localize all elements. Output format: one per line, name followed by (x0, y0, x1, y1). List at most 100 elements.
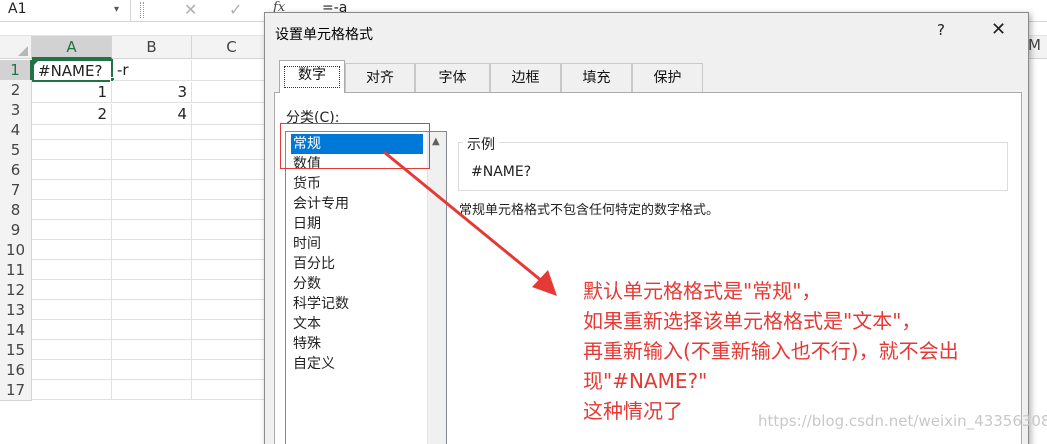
grid-cell[interactable] (192, 240, 272, 260)
grid-cell[interactable] (112, 240, 192, 260)
grid-cell[interactable] (32, 120, 112, 140)
grid-cell[interactable] (32, 260, 112, 280)
grid-cell[interactable] (32, 220, 112, 240)
tab-border[interactable]: 边框 (490, 63, 561, 92)
category-item[interactable]: 分数 (291, 274, 323, 294)
grid-cell[interactable] (192, 160, 272, 180)
cell-a1[interactable]: #NAME? (32, 59, 113, 82)
row-header-3[interactable]: 3 (0, 100, 32, 121)
category-scrollbar[interactable]: ▲ (427, 132, 446, 444)
grid-cell[interactable] (112, 280, 192, 300)
grid-cell[interactable] (192, 104, 272, 125)
grid-cell[interactable] (192, 280, 272, 300)
grid-cell[interactable] (112, 200, 192, 220)
row-header-11[interactable]: 11 (0, 260, 32, 281)
grid-cell[interactable] (192, 300, 272, 320)
grid-cell[interactable] (112, 340, 192, 360)
name-box-dropdown-icon[interactable]: ▾ (114, 0, 119, 20)
grid-cell[interactable] (192, 340, 272, 360)
category-item[interactable]: 科学记数 (291, 294, 351, 314)
annotation-line: 再重新输入(不重新输入也不行)，就不会出 (583, 339, 959, 363)
column-header-c[interactable]: C (192, 36, 272, 59)
grid-cell[interactable] (192, 60, 272, 81)
column-header-m[interactable]: M (1028, 36, 1041, 54)
grid-cell[interactable] (192, 360, 272, 380)
grid-cell[interactable] (32, 360, 112, 380)
cell-a2[interactable]: 1 (32, 82, 112, 103)
grid-cell[interactable] (112, 380, 192, 400)
row-header-10[interactable]: 10 (0, 240, 32, 261)
grid-cell[interactable] (112, 160, 192, 180)
category-item[interactable]: 自定义 (291, 354, 337, 374)
tab-number[interactable]: 数字 (279, 60, 345, 93)
row-header-1[interactable]: 1 (0, 60, 32, 81)
category-item[interactable]: 货币 (291, 174, 323, 194)
grid-cell[interactable] (32, 320, 112, 340)
grid-cell[interactable] (32, 340, 112, 360)
tab-font[interactable]: 字体 (415, 63, 490, 92)
grid-cell[interactable] (112, 220, 192, 240)
category-item[interactable]: 时间 (291, 234, 323, 254)
grid-cell[interactable] (32, 200, 112, 220)
row-header-15[interactable]: 15 (0, 340, 32, 361)
grid-cell[interactable] (32, 180, 112, 200)
row-header-6[interactable]: 6 (0, 160, 32, 181)
cancel-icon[interactable]: ✕ (184, 0, 197, 21)
cell-b2[interactable]: 3 (112, 82, 192, 103)
column-header-b[interactable]: B (112, 36, 192, 59)
row-header-8[interactable]: 8 (0, 200, 32, 221)
column-header-a[interactable]: A (32, 36, 112, 59)
grid-cell[interactable] (112, 320, 192, 340)
name-box[interactable]: A1 (0, 0, 131, 21)
grid-cell[interactable] (112, 140, 192, 160)
grid-cell[interactable] (32, 380, 112, 400)
row-header-14[interactable]: 14 (0, 320, 32, 341)
cell-b1[interactable]: -r (113, 60, 192, 81)
row-header-17[interactable]: 17 (0, 380, 32, 401)
tab-alignment[interactable]: 对齐 (345, 63, 415, 92)
annotation-text: 默认单元格格式是"常规"， 如果重新选择该单元格格式是"文本"， 再重新输入(不… (583, 276, 959, 426)
tab-fill[interactable]: 填充 (561, 63, 632, 92)
category-item[interactable]: 会计专用 (291, 194, 351, 214)
grid-cell[interactable] (192, 200, 272, 220)
category-item[interactable]: 日期 (291, 214, 323, 234)
grid-cell[interactable] (192, 82, 272, 103)
help-icon[interactable]: ? (937, 21, 945, 39)
tab-protection[interactable]: 保护 (632, 63, 703, 92)
tab-focus-ring (284, 66, 340, 88)
grid-cell[interactable] (192, 320, 272, 340)
grid-cell[interactable] (192, 180, 272, 200)
grid-cell[interactable] (112, 120, 192, 140)
row-header-4[interactable]: 4 (0, 120, 32, 141)
row-header-9[interactable]: 9 (0, 220, 32, 241)
scroll-up-icon[interactable]: ▲ (432, 136, 440, 147)
grid-cell[interactable] (32, 300, 112, 320)
category-item[interactable]: 百分比 (291, 254, 337, 274)
row-header-2[interactable]: 2 (0, 80, 32, 101)
grid-cell[interactable] (192, 380, 272, 400)
category-item[interactable]: 特殊 (291, 334, 323, 354)
grid-cell[interactable] (112, 300, 192, 320)
category-item[interactable]: 文本 (291, 314, 323, 334)
grid-cell[interactable] (112, 360, 192, 380)
enter-icon[interactable]: ✓ (229, 0, 242, 21)
sample-label: 示例 (463, 134, 499, 154)
select-all-corner[interactable] (0, 36, 32, 59)
grid-cell[interactable] (192, 140, 272, 160)
grid-cell[interactable] (32, 240, 112, 260)
format-description: 常规单元格格式不包含任何特定的数字格式。 (459, 203, 720, 218)
grid-cell[interactable] (192, 220, 272, 240)
close-icon[interactable]: ✕ (991, 19, 1006, 40)
category-list[interactable]: ▲ 常规 数值 货币 会计专用 日期 时间 百分比 分数 科学记数 文本 特殊 自定义 (285, 131, 447, 444)
row-header-13[interactable]: 13 (0, 300, 32, 321)
grid-cell[interactable] (112, 260, 192, 280)
grid-cell[interactable] (112, 180, 192, 200)
grid-cell[interactable] (32, 160, 112, 180)
row-header-5[interactable]: 5 (0, 140, 32, 161)
row-header-7[interactable]: 7 (0, 180, 32, 201)
row-header-12[interactable]: 12 (0, 280, 32, 301)
row-header-16[interactable]: 16 (0, 360, 32, 381)
grid-cell[interactable] (32, 140, 112, 160)
grid-cell[interactable] (192, 260, 272, 280)
grid-cell[interactable] (32, 280, 112, 300)
